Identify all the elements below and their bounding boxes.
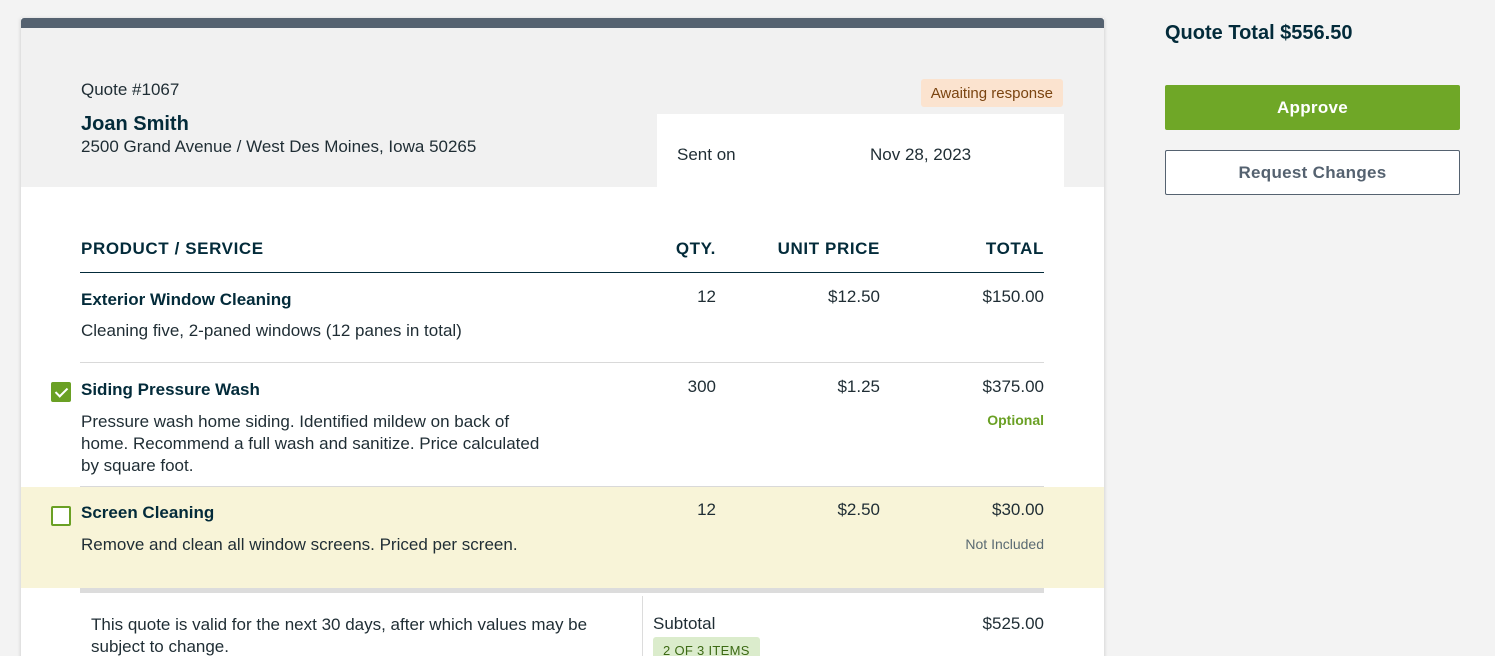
footer-divider <box>642 596 643 656</box>
screen-cleaning-checkbox[interactable] <box>51 506 71 526</box>
approve-button[interactable]: Approve <box>1165 85 1460 130</box>
quote-total: Quote Total $556.50 <box>1165 22 1353 44</box>
line-item-qty: 12 <box>697 500 716 519</box>
header-qty: QTY. <box>675 239 716 258</box>
line-item-total: $30.00 <box>992 500 1044 519</box>
line-item-total: $150.00 <box>982 287 1044 306</box>
quote-card: Quote #1067 Joan Smith 2500 Grand Avenue… <box>21 18 1104 656</box>
line-item-description: Remove and clean all window screens. Pri… <box>81 535 518 554</box>
line-item-name: Siding Pressure Wash <box>81 380 260 399</box>
header-divider <box>80 272 1044 273</box>
items-count-badge: 2 OF 3 ITEMS <box>653 637 760 656</box>
line-item-qty: 12 <box>697 287 716 306</box>
request-changes-button[interactable]: Request Changes <box>1165 150 1460 195</box>
line-item-unit-price: $1.25 <box>837 377 880 396</box>
quote-number: Quote #1067 <box>81 80 180 99</box>
sent-on-date: Nov 28, 2023 <box>870 145 972 164</box>
line-item-total: $375.00 <box>982 377 1044 396</box>
sent-on-label: Sent on <box>677 145 736 164</box>
header-total: TOTAL <box>985 239 1044 258</box>
validity-note: This quote is valid for the next 30 days… <box>91 615 588 656</box>
quote-header: Quote #1067 Joan Smith 2500 Grand Avenue… <box>21 28 1104 197</box>
line-item-name: Screen Cleaning <box>81 503 215 522</box>
table-bottom-bar <box>80 588 1044 593</box>
row-divider <box>80 362 1044 363</box>
client-name: Joan Smith <box>81 113 189 135</box>
status-badge: Awaiting response <box>920 79 1063 107</box>
line-item-name: Exterior Window Cleaning <box>81 290 292 309</box>
line-item-description: Cleaning five, 2-paned windows (12 panes… <box>81 321 462 340</box>
line-item-qty: 300 <box>687 377 716 396</box>
not-included-tag: Not Included <box>965 536 1044 552</box>
line-item-unit-price: $2.50 <box>837 500 880 519</box>
client-address: 2500 Grand Avenue / West Des Moines, Iow… <box>81 137 477 156</box>
header-product-service: PRODUCT / SERVICE <box>81 239 264 258</box>
header-unit-price: UNIT PRICE <box>777 239 880 258</box>
sent-on-box: Sent on Nov 28, 2023 <box>657 114 1064 197</box>
siding-pressure-wash-checkbox[interactable] <box>51 382 71 402</box>
line-item-unit-price: $12.50 <box>828 287 880 306</box>
optional-tag: Optional <box>987 412 1044 428</box>
subtotal-value: $525.00 <box>982 614 1044 633</box>
subtotal-label: Subtotal <box>653 614 716 633</box>
card-top-bar <box>21 18 1104 28</box>
line-item-description: Pressure wash home siding. Identified mi… <box>81 412 540 475</box>
